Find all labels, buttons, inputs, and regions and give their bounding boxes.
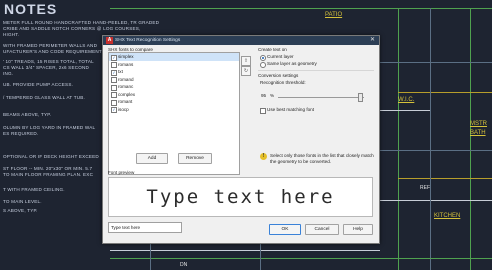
notes-heading: NOTES — [4, 1, 58, 17]
note-line: WITH FRAMED PERIMETER WALLS AND — [3, 43, 98, 48]
room-label-bath: BATH — [470, 130, 486, 136]
wall-line — [470, 8, 471, 270]
current-layer-radio[interactable] — [260, 55, 266, 61]
note-line: TO MAIN LEVEL. — [3, 199, 42, 204]
divider — [258, 70, 374, 71]
note-line: ES REQUIRED. — [3, 131, 39, 136]
room-label-kitchen: KITCHEN — [434, 213, 461, 219]
font-list-item[interactable]: romant — [109, 98, 239, 106]
dialog-titlebar[interactable]: A SHX Text Recognition Settings ✕ — [103, 36, 379, 45]
help-button[interactable]: Help — [343, 224, 373, 235]
font-name: romanc — [118, 84, 134, 89]
preview-text: Type text here — [146, 186, 335, 208]
note-line: METER FULL ROUND HANDCRAFTED HAND-PEELED… — [3, 20, 160, 25]
create-text-on-label: Create text on — [258, 47, 287, 52]
remove-button[interactable]: Remove — [178, 153, 212, 164]
note-line: OPTIONAL OR IF DECK HEIGHT EXCEED — [3, 154, 99, 159]
room-label-patio: PATIO — [325, 12, 343, 18]
threshold-value[interactable]: 95 — [261, 93, 266, 98]
close-icon[interactable]: ✕ — [370, 36, 375, 45]
note-line: CRIBE AND SADDLE NOTCH CORNERS @ LOG COU… — [3, 26, 141, 31]
wall-line — [110, 8, 492, 9]
wall-line — [398, 8, 399, 270]
threshold-unit: % — [270, 93, 275, 98]
font-list-item[interactable]: complex — [109, 91, 239, 98]
note-line: ' 10" TREADS, 15 RISES TOTAL, TOTAL — [3, 59, 94, 64]
wall-line — [398, 178, 492, 179]
font-list-item[interactable]: ✓ simplex — [109, 53, 239, 61]
font-name: romant — [118, 99, 133, 104]
note-line: UFACTURER'S AND CODE REQUIREMENT — [3, 49, 102, 54]
grid-line — [150, 242, 151, 270]
shx-text-recognition-dialog: A SHX Text Recognition Settings ✕ SHX fo… — [102, 35, 380, 244]
font-list-item[interactable]: ✓ txt — [109, 68, 239, 76]
wall-line — [380, 110, 430, 111]
same-layer-label: Same layer as geometry — [267, 61, 317, 66]
slider-thumb[interactable] — [358, 93, 364, 102]
note-line: ING. — [3, 71, 14, 76]
recognition-threshold-label: Recognition threshold: — [260, 80, 306, 85]
best-matching-font-checkbox[interactable] — [260, 108, 266, 114]
grid-line — [260, 242, 261, 270]
ref-label: REF — [420, 185, 430, 191]
conversion-settings-label: Conversion settings — [258, 73, 299, 78]
font-list-item[interactable]: romand — [109, 76, 239, 83]
font-list-item[interactable]: romanc — [109, 83, 239, 91]
wall-line — [380, 200, 492, 201]
note-line: S ABOVE, TYP. — [3, 208, 38, 213]
font-preview-label: Font preview — [108, 170, 135, 175]
font-name: complex — [118, 91, 136, 97]
note-line: T WITH FRAMED CEILING. — [3, 187, 65, 192]
stair-label-dn: DN — [180, 262, 188, 268]
info-icon: ! — [260, 153, 267, 160]
note-line: TO MAIN FLOOR FRAMING PLAN. EXC — [3, 172, 94, 177]
note-line: / TEMPERED GLASS WALL AT TUB. — [3, 95, 85, 100]
note-line: OLUMN BY LOG YARD IN FRAMED WAL — [3, 125, 96, 130]
room-label-mstr: MSTR — [470, 121, 487, 127]
slider-track[interactable] — [278, 97, 364, 98]
room-label-wic: W.I.C. — [398, 97, 415, 103]
grid-line — [380, 62, 492, 63]
font-name: romand — [118, 76, 134, 82]
note-line: ST FLOOR -- MIN. 20"x30" OR MIN. 5.7 — [3, 166, 93, 171]
add-button[interactable]: Add — [136, 153, 168, 164]
sample-text-input[interactable]: Type text here — [108, 222, 182, 233]
refresh-icon[interactable]: ↻ — [241, 66, 251, 76]
font-list-item[interactable]: ✓ isocp — [109, 106, 239, 113]
move-up-icon[interactable]: ⇧ — [241, 56, 251, 66]
font-name: txt — [118, 69, 123, 74]
note-line: CS WALL 3/4" SPACER, 2x6 SECOND — [3, 65, 90, 70]
autocad-logo-icon: A — [106, 37, 113, 44]
best-matching-font-label: Use best matching font — [267, 107, 314, 112]
note-line: HIGHT. — [3, 32, 20, 37]
same-layer-radio[interactable] — [260, 62, 266, 68]
font-name: simplex — [118, 54, 134, 59]
cancel-button[interactable]: Cancel — [305, 224, 339, 235]
font-name: isocp — [118, 106, 129, 112]
grid-line — [380, 150, 492, 151]
font-list-item[interactable]: romans — [109, 61, 239, 68]
note-line: UB. PROVIDE PUMP ACCESS. — [3, 82, 74, 87]
shx-fonts-list[interactable]: ✓ simplex romans ✓ txt romand romanc complex rom… — [108, 52, 240, 175]
ok-button[interactable]: OK — [269, 224, 301, 235]
font-name: romans — [118, 61, 134, 67]
note-line: BEAMS ABOVE, TYP. — [3, 112, 52, 117]
hint-text: Select only those fonts in the list that… — [270, 153, 374, 164]
font-checkbox[interactable]: ✓ — [111, 107, 117, 113]
dialog-title: SHX Text Recognition Settings — [115, 38, 181, 43]
wall-line — [398, 92, 492, 93]
grid-line — [430, 8, 431, 270]
current-layer-label: Current layer — [267, 54, 294, 59]
font-preview-box: Type text here — [108, 177, 373, 217]
wall-line — [110, 258, 492, 259]
